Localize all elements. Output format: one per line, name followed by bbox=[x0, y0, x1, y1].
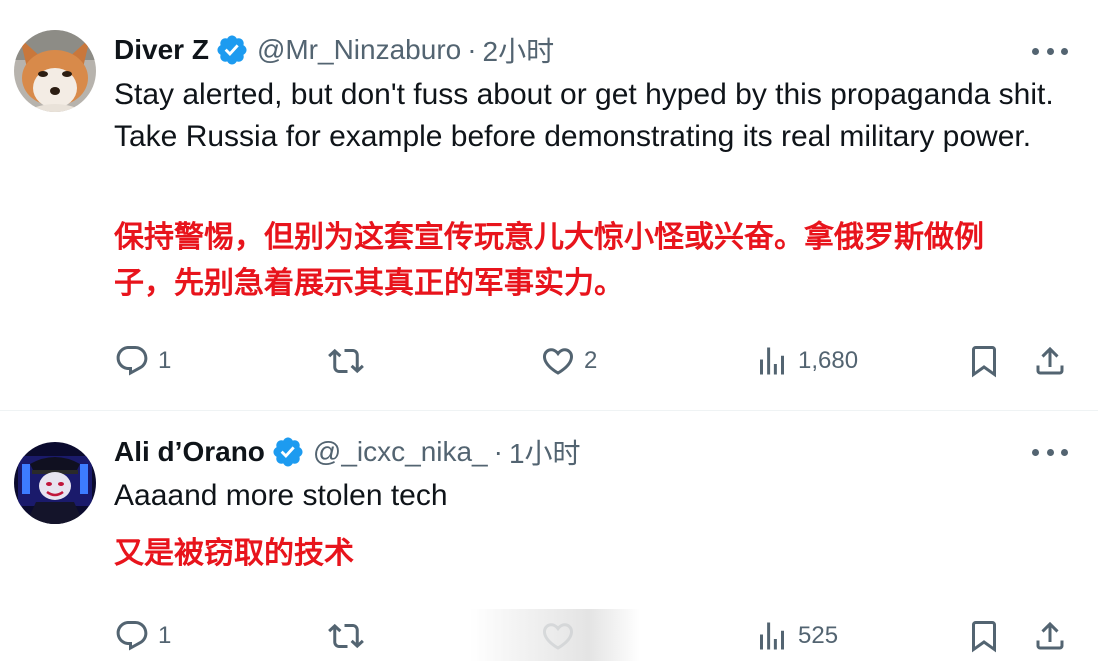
share-icon bbox=[1036, 621, 1064, 650]
separator-dot: · bbox=[467, 34, 477, 65]
views-button[interactable]: 525 bbox=[754, 614, 838, 658]
share-button[interactable] bbox=[1032, 339, 1068, 383]
tweet-text: Aaaand more stolen tech bbox=[114, 479, 448, 512]
repost-button[interactable] bbox=[328, 339, 372, 383]
reply-button[interactable]: 1 bbox=[114, 339, 171, 383]
timestamp[interactable]: 2小时 bbox=[483, 30, 555, 70]
views-button[interactable]: 1,680 bbox=[754, 339, 858, 383]
bookmark-icon bbox=[972, 621, 996, 653]
repost-icon bbox=[328, 623, 364, 649]
translation-line: 子，先别急着展示其真正的军事实力。 bbox=[114, 266, 624, 301]
bookmark-icon bbox=[972, 346, 996, 378]
verified-badge-icon bbox=[273, 437, 303, 467]
tweet[interactable]: Ali d’Orano @_icxc_nika_ · 1小时 Aaaand mo… bbox=[0, 411, 1098, 672]
repost-button[interactable] bbox=[328, 614, 372, 658]
author-handle[interactable]: @_icxc_nika_ bbox=[313, 436, 488, 468]
reply-icon bbox=[116, 346, 148, 376]
action-bar: 1 525 bbox=[0, 614, 1098, 658]
heart-icon bbox=[542, 348, 574, 375]
action-bar: 1 2 1,680 bbox=[0, 339, 1098, 383]
bookmark-button[interactable] bbox=[966, 339, 1002, 383]
translation-line: 又是被窃取的技术 bbox=[114, 536, 354, 571]
view-count: 1,680 bbox=[798, 347, 859, 374]
tweet-text: Stay alerted, but don't fuss about or ge… bbox=[114, 78, 1054, 153]
translation-text: 又是被窃取的技术 bbox=[114, 531, 1074, 577]
repost-icon bbox=[328, 348, 364, 374]
clown-officer-avatar-icon bbox=[14, 442, 96, 524]
like-button[interactable] bbox=[540, 614, 584, 658]
share-icon bbox=[1036, 346, 1064, 375]
timestamp[interactable]: 1小时 bbox=[509, 432, 581, 472]
avatar[interactable] bbox=[14, 442, 96, 524]
tweet-header: Diver Z @Mr_Ninzaburo · 2小时 bbox=[114, 30, 554, 70]
translation-text: 保持警惕，但别为这套宣传玩意儿大惊小怪或兴奋。拿俄罗斯做例 子，先别急着展示其真… bbox=[114, 215, 1074, 307]
avatar[interactable] bbox=[14, 30, 96, 112]
reply-icon bbox=[116, 621, 148, 651]
translation-line: 保持警惕，但别为这套宣传玩意儿大惊小怪或兴奋。拿俄罗斯做例 bbox=[114, 220, 984, 255]
views-icon bbox=[760, 622, 784, 650]
share-button[interactable] bbox=[1032, 614, 1068, 658]
author-name[interactable]: Diver Z bbox=[114, 34, 209, 66]
author-name[interactable]: Ali d’Orano bbox=[114, 436, 265, 468]
tweet-feed: Diver Z @Mr_Ninzaburo · 2小时 Stay alerted… bbox=[0, 0, 1098, 672]
more-icon[interactable] bbox=[1032, 442, 1068, 462]
separator-dot: · bbox=[493, 436, 503, 467]
like-count: 2 bbox=[584, 347, 598, 374]
author-handle[interactable]: @Mr_Ninzaburo bbox=[257, 34, 461, 66]
reply-count: 1 bbox=[158, 347, 172, 374]
verified-badge-icon bbox=[217, 35, 247, 65]
reply-count: 1 bbox=[158, 622, 172, 649]
tweet[interactable]: Diver Z @Mr_Ninzaburo · 2小时 Stay alerted… bbox=[0, 0, 1098, 411]
more-icon[interactable] bbox=[1032, 41, 1068, 61]
heart-icon bbox=[542, 623, 574, 650]
fox-avatar-icon bbox=[14, 30, 96, 112]
tweet-header: Ali d’Orano @_icxc_nika_ · 1小时 bbox=[114, 432, 581, 472]
bookmark-button[interactable] bbox=[966, 614, 1002, 658]
view-count: 525 bbox=[798, 622, 839, 649]
like-button[interactable]: 2 bbox=[540, 339, 597, 383]
reply-button[interactable]: 1 bbox=[114, 614, 171, 658]
views-icon bbox=[760, 347, 784, 375]
